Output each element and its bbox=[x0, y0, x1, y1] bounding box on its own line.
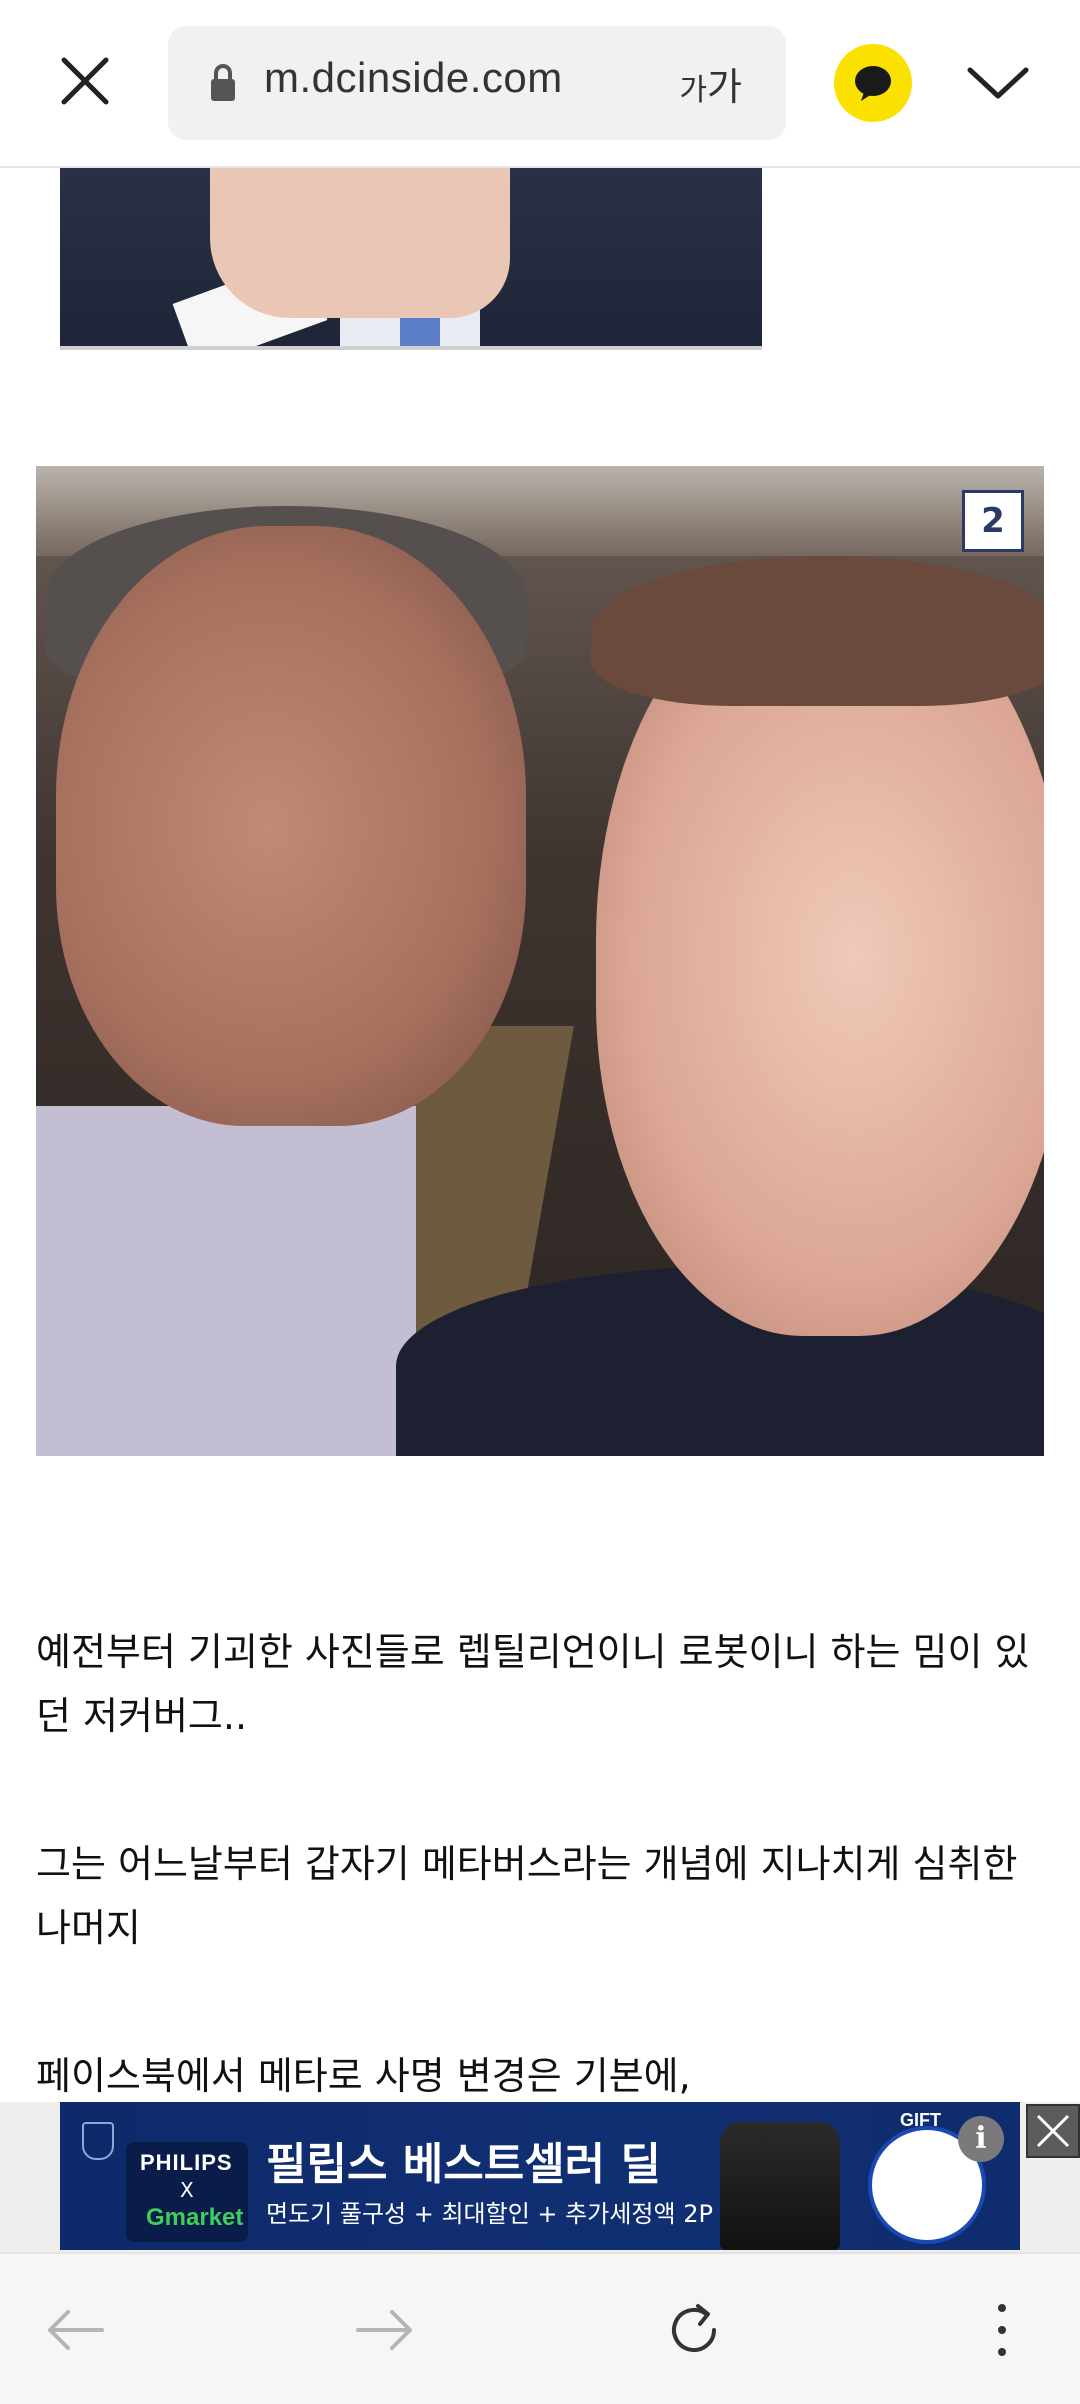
ad-partner: Gmarket bbox=[146, 2204, 244, 2231]
chevron-down-icon bbox=[967, 67, 1029, 99]
text-size-large-label: 가 bbox=[707, 65, 742, 109]
close-button[interactable] bbox=[44, 40, 126, 122]
forward-button[interactable] bbox=[352, 2298, 416, 2362]
shaver-product-image bbox=[720, 2122, 840, 2250]
ad-brand: PHILIPS bbox=[140, 2150, 233, 2175]
image-number-badge: 2 bbox=[962, 490, 1024, 552]
ad-x: X bbox=[180, 2178, 194, 2202]
paragraph-2: 그는 어느날부터 갑자기 메타버스라는 개념에 지나치게 심취한 나머지 bbox=[36, 1842, 1018, 1950]
text-size-button[interactable]: 가가 bbox=[679, 56, 742, 111]
refresh-icon bbox=[672, 2304, 716, 2352]
browser-bottom-bar bbox=[0, 2252, 1080, 2404]
ad-info-icon[interactable]: i bbox=[958, 2116, 1004, 2162]
arrow-right-icon bbox=[356, 2310, 412, 2350]
chat-bubble-icon bbox=[855, 66, 891, 101]
article-image-2: 2 bbox=[36, 466, 1044, 1456]
ad-gift-label: GIFT bbox=[900, 2110, 941, 2130]
url-text: m.dcinside.com bbox=[264, 54, 563, 101]
address-bar[interactable]: m.dcinside.com 가가 bbox=[168, 26, 786, 140]
paragraph-3: 페이스북에서 메타로 사명 변경은 기본에, bbox=[36, 2054, 691, 2098]
close-icon bbox=[1036, 2114, 1070, 2148]
browser-top-bar: m.dcinside.com 가가 bbox=[0, 0, 1080, 168]
ad-subline: 면도기 풀구성 + 최대할인 + 추가세정액 2P bbox=[266, 2200, 713, 2228]
close-icon bbox=[61, 57, 109, 105]
philips-shield-icon bbox=[82, 2122, 114, 2160]
article-image-1 bbox=[60, 168, 762, 350]
text-size-small-label: 가 bbox=[679, 73, 708, 108]
paragraph-1: 예전부터 기괴한 사진들로 렙틸리언이니 로봇이니 하는 밈이 있던 저커버그.… bbox=[36, 1630, 1030, 1738]
ad-banner[interactable]: PHILIPS X Gmarket 필립스 베스트셀러 딜 면도기 풀구성 + … bbox=[60, 2102, 1020, 2250]
ad-banner-area: PHILIPS X Gmarket 필립스 베스트셀러 딜 면도기 풀구성 + … bbox=[0, 2102, 1080, 2252]
refresh-button[interactable] bbox=[662, 2298, 726, 2362]
more-vertical-icon bbox=[998, 2304, 1006, 2356]
back-button[interactable] bbox=[44, 2298, 108, 2362]
kakao-talk-button[interactable] bbox=[834, 44, 912, 122]
lock-icon bbox=[211, 64, 235, 101]
arrow-left-icon bbox=[48, 2310, 104, 2350]
expand-menu-button[interactable] bbox=[962, 54, 1034, 112]
ad-close-button[interactable] bbox=[1026, 2104, 1080, 2158]
more-options-button[interactable] bbox=[970, 2298, 1034, 2362]
ad-headline: 필립스 베스트셀러 딜 bbox=[266, 2139, 661, 2190]
